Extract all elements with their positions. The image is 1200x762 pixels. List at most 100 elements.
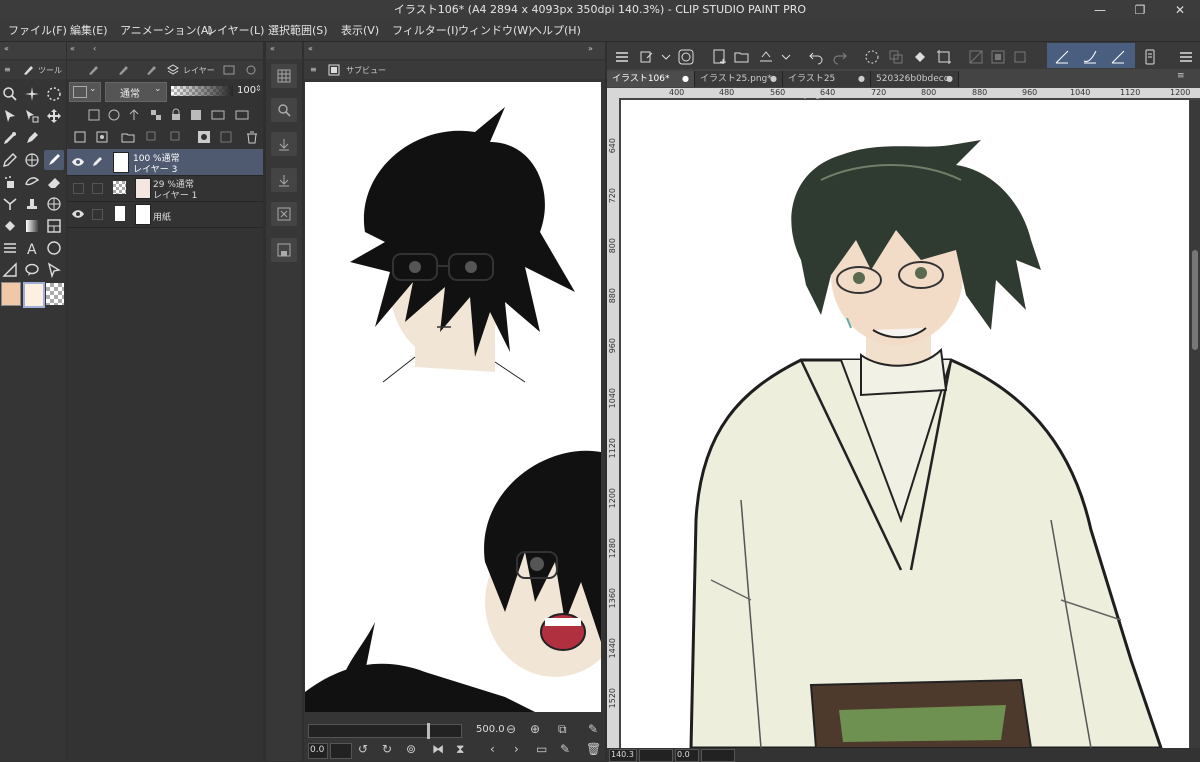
smartphone-icon[interactable] [1139, 46, 1161, 68]
menu-icon[interactable]: ≡ [4, 65, 11, 74]
menu-filter[interactable]: フィルター(I) [392, 20, 459, 41]
ruler-display-icon[interactable] [235, 108, 249, 122]
pattern-icon[interactable] [149, 108, 163, 122]
navigator-button[interactable] [271, 98, 297, 122]
close-tab-icon[interactable]: ● [682, 71, 689, 87]
chevron-down-icon[interactable] [775, 46, 797, 68]
collapse-icon[interactable]: « [4, 44, 9, 53]
tool-tab[interactable]: ≡ ツール [0, 61, 66, 79]
menu-layer[interactable]: レイヤー(L) [206, 20, 264, 41]
layer-row[interactable]: 用紙 [67, 201, 263, 228]
zoom-tool-icon[interactable] [0, 84, 20, 104]
layer-tab-label[interactable]: レイヤー [183, 65, 215, 76]
gradient-tool-icon[interactable] [22, 216, 42, 236]
close-tab-icon[interactable]: ● [858, 71, 865, 87]
menu-file[interactable]: ファイル(F) [8, 20, 67, 41]
reset-rotation-icon[interactable]: ⊚ [406, 742, 416, 756]
document-tab[interactable]: 520326b0bdecc ● [871, 71, 959, 87]
fit-icon[interactable]: ⧉ [558, 722, 567, 737]
layers-tab-icon[interactable] [167, 64, 179, 76]
blend-tool-icon[interactable] [22, 172, 42, 192]
sub-color-swatch[interactable] [23, 282, 45, 308]
layer-row[interactable]: 100 %通常 レイヤー 3 [67, 149, 263, 176]
object-select-tool-icon[interactable] [0, 106, 20, 126]
brush-tab-icon-3[interactable] [145, 64, 157, 76]
document-tab[interactable]: イラスト25 (1).png● [783, 71, 871, 100]
sparkle-tool-icon[interactable] [22, 84, 42, 104]
shape-tool-icon[interactable] [44, 238, 64, 258]
scrollbar-thumb[interactable] [1192, 250, 1198, 350]
clip-icon[interactable] [87, 108, 101, 122]
new-vector-layer-icon[interactable] [95, 130, 109, 144]
document-tab[interactable]: イラスト25.png* ● [695, 71, 783, 87]
brush-tool-icon[interactable] [22, 150, 42, 170]
new-file-icon[interactable] [709, 46, 731, 68]
flip-horizontal-icon[interactable]: ⧓ [432, 742, 444, 756]
flip-vertical-icon[interactable]: ⧗ [456, 742, 464, 757]
rotate-right-icon[interactable]: ↻ [382, 742, 392, 756]
next-image-icon[interactable]: › [514, 742, 519, 756]
eyedropper-icon[interactable]: ✎ [588, 722, 598, 736]
clear-button[interactable] [271, 202, 297, 226]
eye-icon[interactable] [71, 157, 85, 167]
undo-icon[interactable] [805, 46, 827, 68]
menu-animation[interactable]: アニメーション(A) [120, 20, 213, 41]
brush-tab-icon-2[interactable] [117, 64, 129, 76]
strip-collapse-bar[interactable]: « [266, 42, 302, 59]
collapse-icon[interactable]: « [270, 44, 275, 53]
tab-menu-icon[interactable]: ≡ [1177, 71, 1185, 81]
ruler-snap-icon[interactable] [1051, 46, 1073, 68]
layer-panel-collapse-bar[interactable]: « ‹ [67, 42, 263, 59]
slider-handle[interactable] [427, 723, 430, 739]
new-folder-icon[interactable] [121, 130, 135, 144]
menu-icon[interactable]: ≡ [310, 65, 317, 74]
subview-zoom-slider[interactable] [308, 723, 462, 739]
deselect-icon[interactable] [965, 46, 987, 68]
fill-tool-icon[interactable] [0, 216, 20, 236]
eye-icon[interactable] [71, 209, 85, 219]
save-button[interactable] [271, 238, 297, 262]
airbrush-tool-icon[interactable] [0, 172, 20, 192]
create-mask-icon[interactable] [197, 130, 211, 144]
horizontal-ruler[interactable]: 400 480 560 640 720 800 880 960 1040 112… [607, 88, 1200, 98]
new-raster-layer-icon[interactable] [73, 130, 87, 144]
color-set-button[interactable] [271, 64, 297, 88]
crop-icon[interactable] [1009, 46, 1031, 68]
auto-select-tool-icon[interactable] [22, 106, 42, 126]
canvas-zoom-slider[interactable] [639, 749, 673, 762]
canvas-zoom-field[interactable]: 140.3 [609, 749, 637, 762]
document-tab[interactable]: イラスト106* ● [607, 71, 695, 87]
vertical-scrollbar[interactable] [1190, 100, 1200, 748]
loading-icon[interactable] [861, 46, 883, 68]
minimize-button[interactable]: — [1080, 0, 1120, 20]
apply-mask-icon[interactable] [219, 130, 233, 144]
transparent-color-swatch[interactable] [46, 283, 64, 305]
more-tab-icon[interactable] [245, 64, 257, 76]
layer-row[interactable]: 29 %通常 レイヤー 1 [67, 175, 263, 202]
mask-icon[interactable] [211, 108, 225, 122]
lasso-select-tool-icon[interactable] [44, 84, 64, 104]
menu-view[interactable]: 表示(V) [341, 20, 379, 41]
redo-icon[interactable] [829, 46, 851, 68]
active-pen-tool-icon[interactable] [44, 150, 64, 170]
figure-tool-icon[interactable] [44, 194, 64, 214]
move-tool-icon[interactable] [44, 106, 64, 126]
vertical-ruler[interactable]: 640 720 800 880 960 1040 1120 1200 1280 … [607, 98, 619, 749]
save-icon[interactable] [755, 46, 777, 68]
subview-zoom-value[interactable]: 500.0 [476, 724, 505, 735]
menu-selection[interactable]: 選択範囲(S) [268, 20, 328, 41]
visibility-checkbox[interactable] [73, 183, 84, 194]
correct-line-tool-icon[interactable] [44, 260, 64, 280]
transform-icon[interactable] [933, 46, 955, 68]
transfer-down-icon[interactable] [145, 130, 159, 144]
chevron-down-icon[interactable] [655, 46, 677, 68]
close-tab-icon[interactable]: ● [770, 71, 777, 87]
new-document-icon[interactable] [635, 46, 657, 68]
clip-studio-icon[interactable] [675, 46, 697, 68]
decoration-tool-icon[interactable] [0, 194, 20, 214]
close-tab-icon[interactable]: ● [946, 71, 953, 87]
rotation-dial[interactable] [330, 743, 352, 759]
opacity-slider[interactable] [171, 86, 233, 96]
open-folder-icon[interactable]: ▭ [536, 742, 547, 756]
line-tool-icon[interactable] [0, 260, 20, 280]
